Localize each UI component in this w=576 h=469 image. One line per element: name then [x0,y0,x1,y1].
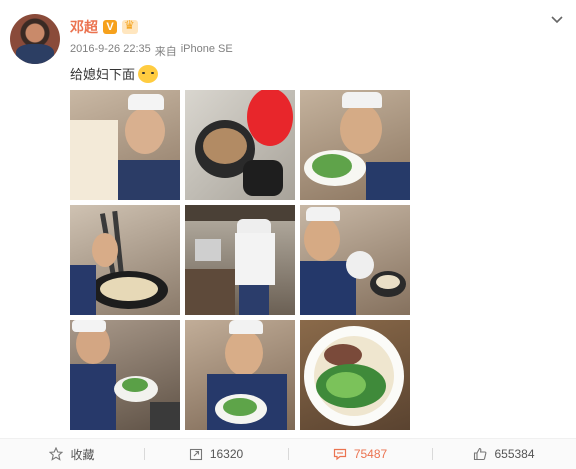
chevron-down-icon[interactable] [550,13,564,27]
post-action-bar: 收藏 16320 75487 655384 [0,438,576,469]
photo-eating-vegetables[interactable] [300,90,410,200]
favorite-label: 收藏 [70,447,95,462]
comment-icon [333,448,346,461]
photo-grid [70,90,410,430]
photo-kitchen-back-view[interactable] [185,205,295,315]
repost-button[interactable]: 16320 [144,439,288,469]
source-prefix: 来自 [154,46,177,58]
cat-face-emoji-icon [138,64,159,83]
post-content: 给媳妇下面 [70,64,159,83]
verified-v-icon[interactable]: V [103,20,117,34]
author-name[interactable]: 邓超 [70,17,98,37]
comment-count: 75487 [353,447,388,461]
like-count: 655384 [494,447,535,461]
photo-holding-bowl-side[interactable] [70,320,180,430]
post-time[interactable]: 2016-9-26 22:35 [70,43,151,59]
like-button[interactable]: 655384 [432,439,576,469]
repost-count: 16320 [209,447,244,461]
repost-icon [189,448,202,461]
thumbs-up-icon [474,447,487,461]
author-row: 邓超 V [70,17,138,37]
photo-cooking-noodles[interactable] [70,205,180,315]
weibo-post: 邓超 V 2016-9-26 22:35 来自 iPhone SE 给媳妇下面 [0,0,576,436]
post-meta: 2016-9-26 22:35 来自 iPhone SE [70,43,233,59]
photo-noodle-bowl-topdown[interactable] [300,320,410,430]
comment-button[interactable]: 75487 [288,439,432,469]
source-device[interactable]: iPhone SE [181,43,233,59]
photo-holding-bowl-front[interactable] [185,320,295,430]
post-text: 给媳妇下面 [70,67,136,82]
photo-shouting-at-stove[interactable] [300,205,410,315]
photo-noodles-holding[interactable] [70,90,180,200]
favorite-button[interactable]: 收藏 [0,439,144,469]
author-avatar[interactable] [10,14,60,64]
star-icon [49,447,64,461]
photo-pot-with-spoon[interactable] [185,90,295,200]
member-crown-icon[interactable] [122,18,138,34]
